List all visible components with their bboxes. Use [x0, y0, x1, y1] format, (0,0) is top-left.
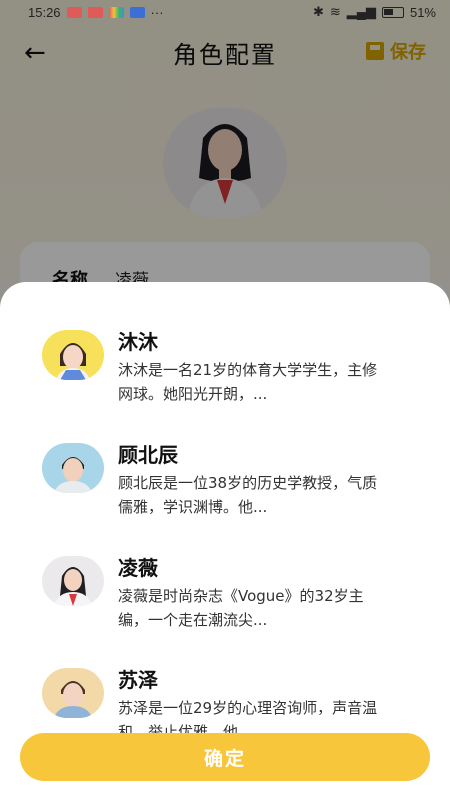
role-avatar — [42, 330, 104, 380]
role-avatar — [42, 668, 104, 718]
role-item[interactable]: 凌薇 凌薇是时尚杂志《Vogue》的32岁主编，一个走在潮流尖... — [0, 556, 450, 656]
role-avatar — [42, 556, 104, 606]
wifi-icon: ≋ — [329, 4, 341, 19]
role-item[interactable]: 顾北辰 顾北辰是一位38岁的历史学教授，气质儒雅，学识渊博。他... — [0, 443, 450, 543]
app-icon-multicolor — [108, 6, 124, 18]
app-icon-red — [66, 6, 82, 18]
role-name: 顾北辰 — [118, 443, 178, 467]
role-description: 沐沐是一名21岁的体育大学学生，主修网球。她阳光开朗，... — [118, 361, 378, 403]
role-item[interactable]: 沐沐 沐沐是一名21岁的体育大学学生，主修网球。她阳光开朗，... — [0, 330, 450, 430]
vpn-icon — [129, 6, 145, 18]
woman-avatar-icon — [42, 556, 104, 606]
app-icon-red — [87, 6, 103, 18]
status-time: 15:26 — [28, 4, 61, 20]
battery-icon — [381, 6, 404, 18]
status-bar: 15:26 ··· ✱ ≋ ▂▄▆ 51% — [0, 0, 450, 24]
role-description: 顾北辰是一位38岁的历史学教授，气质儒雅，学识渊博。他... — [118, 474, 378, 516]
confirm-button[interactable]: 确定 — [20, 733, 430, 781]
young-man-avatar-icon — [42, 668, 104, 718]
more-notifications-icon: ··· — [150, 4, 164, 20]
girl-avatar-icon — [42, 330, 104, 380]
man-avatar-icon — [42, 443, 104, 493]
role-avatar — [42, 443, 104, 493]
role-name: 凌薇 — [118, 556, 158, 580]
battery-percent: 51% — [409, 4, 436, 20]
role-name: 苏泽 — [118, 668, 158, 692]
role-picker-sheet: 沐沐 沐沐是一名21岁的体育大学学生，主修网球。她阳光开朗，... 顾北辰 顾北… — [0, 282, 450, 800]
role-name: 沐沐 — [118, 330, 158, 354]
signal-icon: ▂▄▆ — [346, 4, 376, 19]
role-description: 凌薇是时尚杂志《Vogue》的32岁主编，一个走在潮流尖... — [118, 587, 364, 629]
bluetooth-icon: ✱ — [312, 4, 324, 19]
